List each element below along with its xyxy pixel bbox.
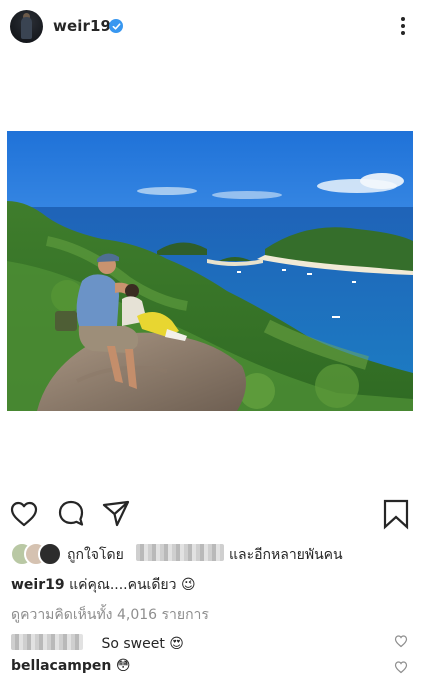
likes-prefix: ถูกใจโดย [67,547,124,563]
post-header: weir19 [0,0,423,52]
heart-eyes-emoji: 😍 [169,636,184,652]
caption-text: แค่คุณ....คนเดียว [69,577,177,593]
comment-icon[interactable] [55,497,87,531]
view-all-comments-link[interactable]: ดูความคิดเห็นทั้ง 4,016 รายการ [11,604,209,626]
comment-row: So sweet 😍 [11,632,184,652]
post-caption: weir19 แค่คุณ....คนเดียว 😉 [11,574,196,596]
flushed-emoji: 😳 [115,658,131,674]
verified-badge-icon [109,19,123,33]
bookmark-icon[interactable] [380,497,412,531]
post-photo[interactable] [7,131,413,411]
landscape-image [7,131,413,411]
caption-username[interactable]: weir19 [11,577,65,593]
paper-plane-icon[interactable] [100,497,132,531]
likes-others-link[interactable]: และอีกหลายพันคน [229,544,343,566]
liker-avatar[interactable] [38,542,62,566]
comment-row: bellacampen 😳 [11,658,130,674]
comment-username[interactable]: bellacampen [11,658,111,674]
redacted-username [11,634,83,650]
comment-like-heart-icon[interactable] [394,634,408,648]
likes-row: ถูกใจโดย และอีกหลายพันคน [0,541,423,567]
avatar-figure [21,17,32,39]
redacted-username [136,544,224,561]
action-bar [0,497,423,533]
post-username[interactable]: weir19 [53,17,111,35]
comment-text: So sweet [101,636,165,652]
heart-icon[interactable] [8,497,40,531]
avatar[interactable] [10,10,43,43]
comment-like-heart-icon[interactable] [394,660,408,674]
more-options-icon[interactable] [391,14,415,38]
wink-emoji: 😉 [180,577,196,593]
